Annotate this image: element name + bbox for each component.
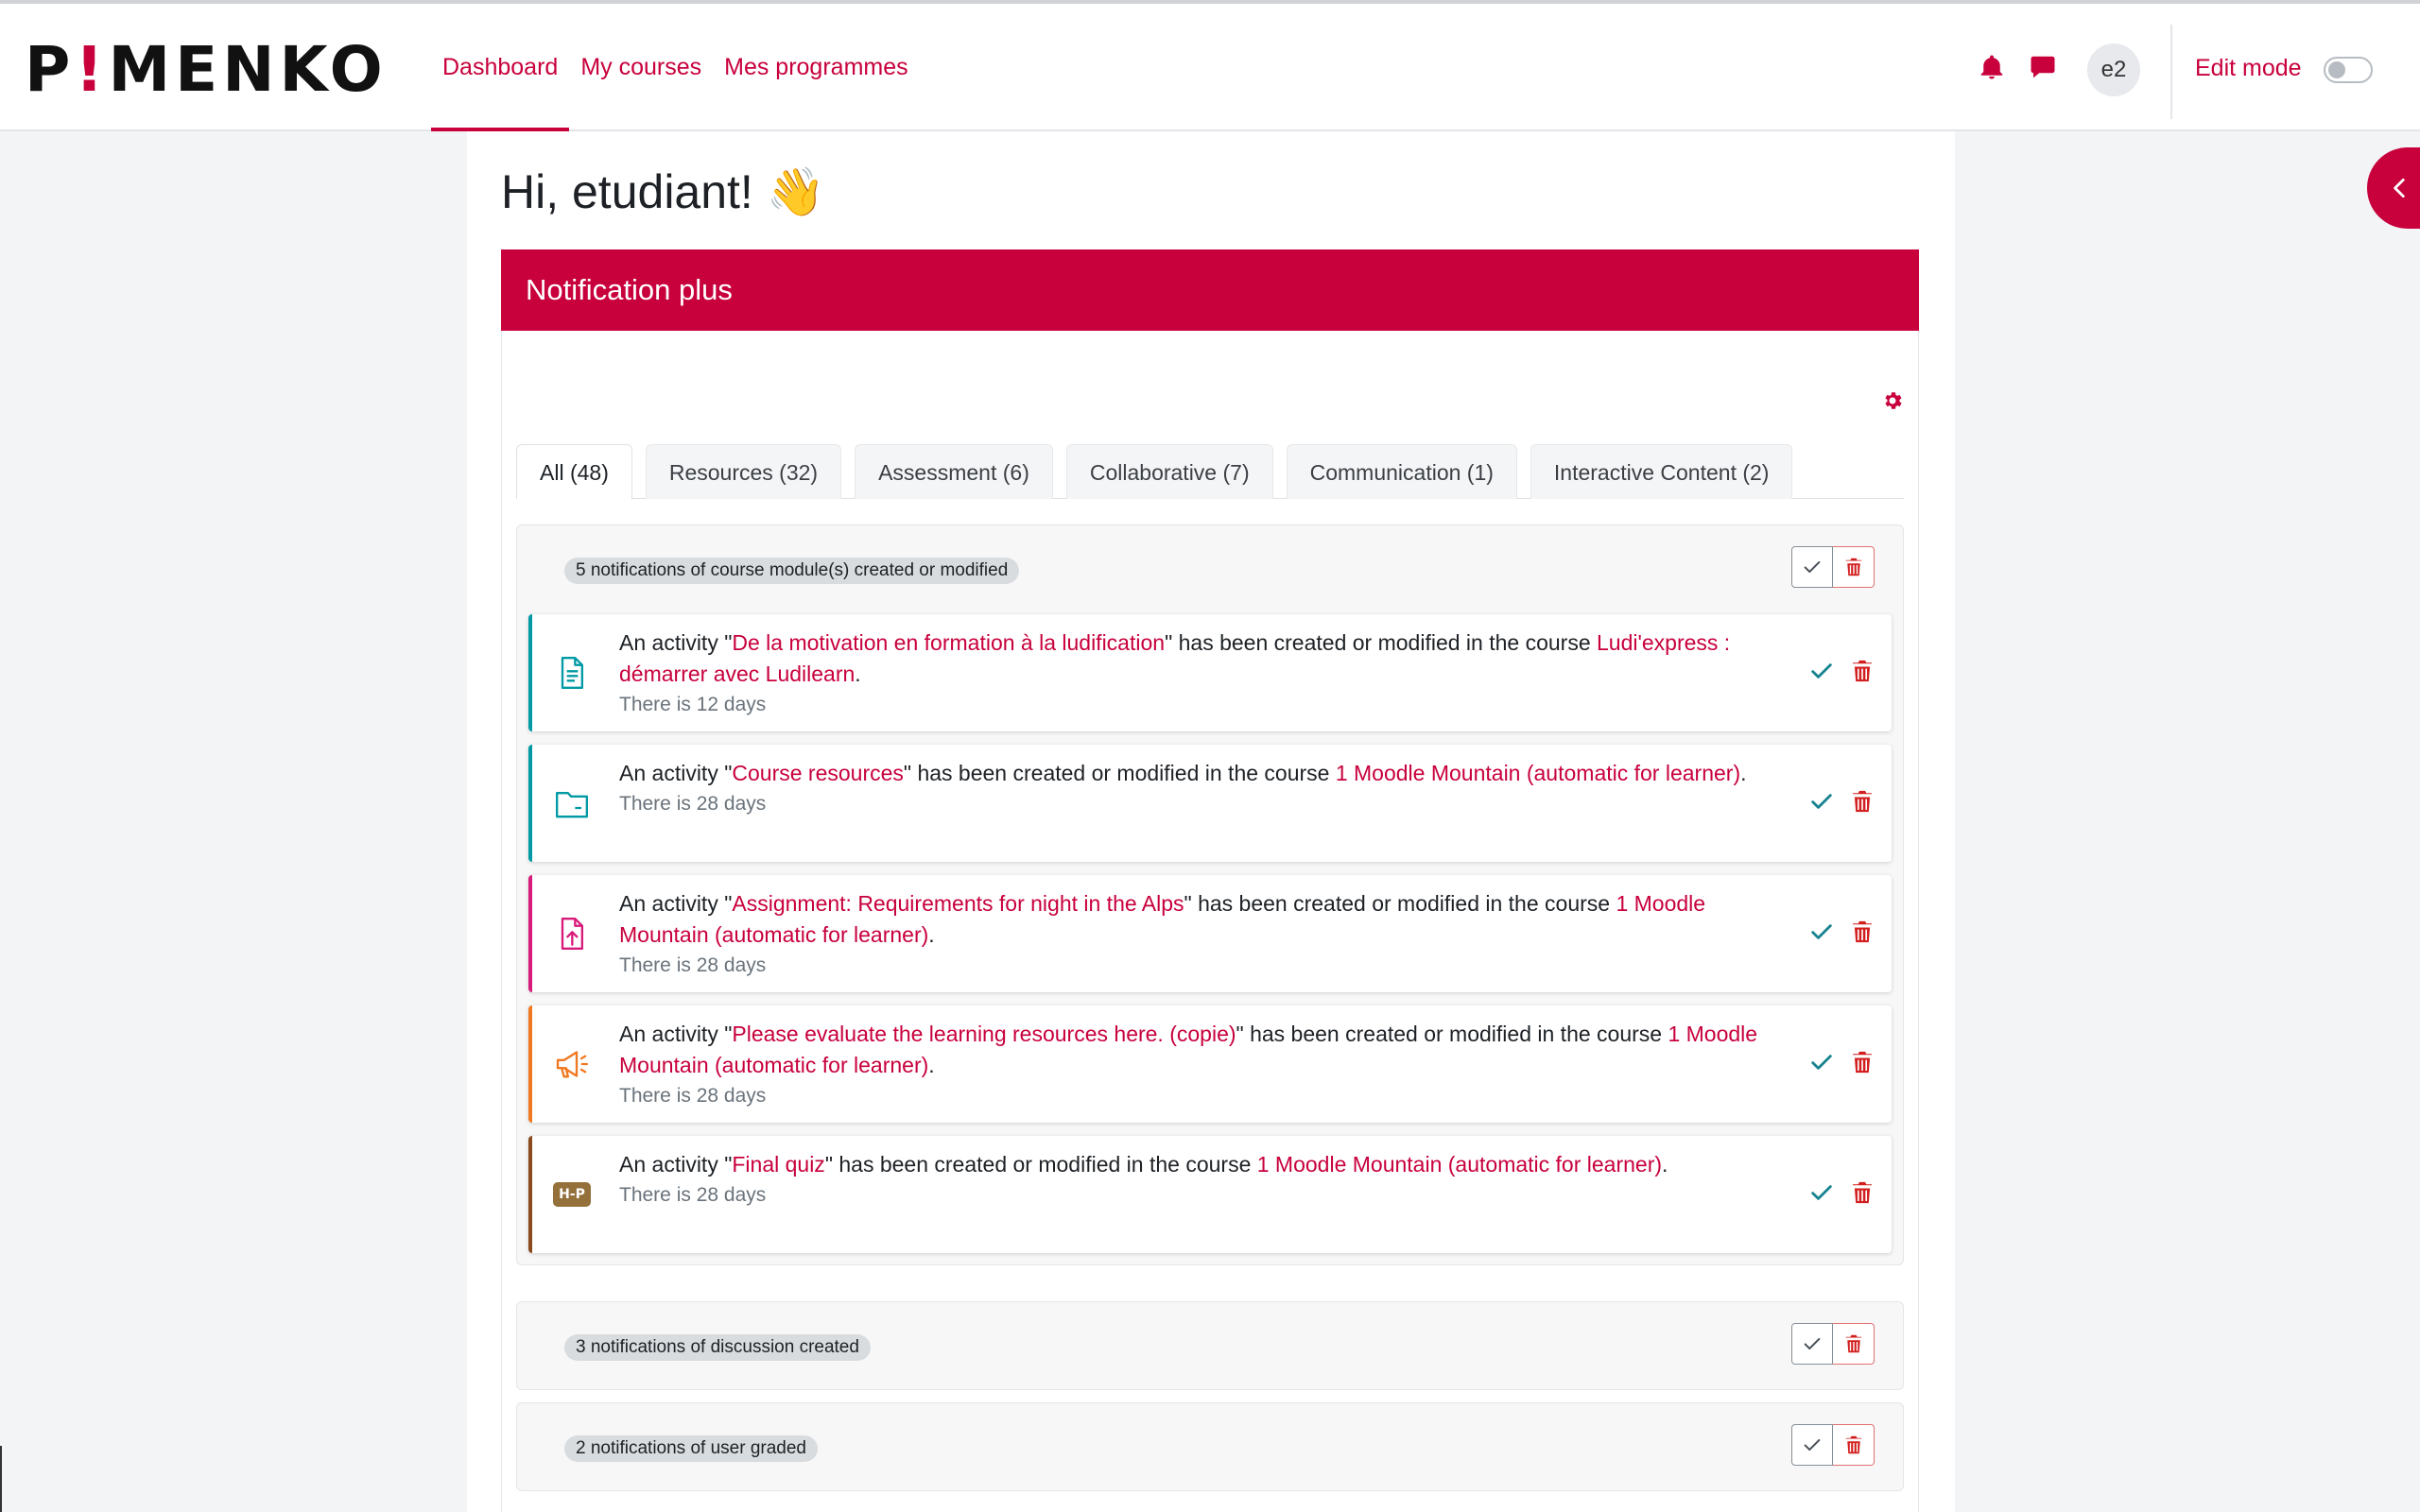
delete-group-button[interactable]	[1833, 546, 1875, 588]
delete-trash-icon[interactable]	[1851, 919, 1874, 950]
group-count-badge: 2 notifications of user graded	[564, 1435, 818, 1462]
mark-read-check-icon[interactable]	[1808, 788, 1835, 819]
site-logo[interactable]: P!MENKO	[25, 36, 388, 104]
check-icon	[1804, 1337, 1821, 1350]
activity-link[interactable]: Please evaluate the learning resources h…	[732, 1022, 1236, 1046]
trash-icon	[1843, 1435, 1863, 1455]
notification-group-user-graded[interactable]: 2 notifications of user graded	[516, 1402, 1904, 1491]
user-avatar[interactable]: e2	[2087, 43, 2140, 96]
tab-all[interactable]: All (48)	[516, 444, 632, 499]
tab-assessment[interactable]: Assessment (6)	[855, 444, 1053, 499]
tab-interactive-content[interactable]: Interactive Content (2)	[1530, 444, 1793, 499]
notification-time: There is 28 days	[619, 1085, 767, 1107]
edit-mode-toggle[interactable]	[2324, 57, 2373, 83]
trash-icon	[1843, 1333, 1863, 1354]
nav-mes-programmes[interactable]: Mes programmes	[713, 4, 920, 131]
delete-trash-icon[interactable]	[1851, 1179, 1874, 1211]
tab-communication[interactable]: Communication (1)	[1286, 444, 1517, 499]
trash-icon	[1843, 557, 1863, 577]
tab-resources[interactable]: Resources (32)	[645, 444, 842, 499]
notification-item[interactable]: An activity "Please evaluate the learnin…	[528, 1005, 1892, 1123]
mark-read-check-icon[interactable]	[1808, 1179, 1835, 1211]
h5p-icon: H-P	[553, 1176, 591, 1213]
top-navbar: P!MENKO Dashboard My courses Mes program…	[0, 0, 2420, 131]
notification-message: An activity "De la motivation en formati…	[619, 630, 1731, 686]
course-link[interactable]: 1 Moodle Mountain (automatic for learner…	[1336, 761, 1740, 785]
activity-link[interactable]: De la motivation en formation à la ludif…	[732, 630, 1165, 655]
mark-group-read-button[interactable]	[1791, 1424, 1833, 1466]
assignment-upload-icon	[553, 915, 591, 953]
notification-message: An activity "Course resources" has been …	[619, 761, 1747, 785]
group-count-badge: 3 notifications of discussion created	[564, 1334, 871, 1361]
notification-group-course-modules: 5 notifications of course module(s) crea…	[516, 524, 1904, 1265]
open-block-drawer-button[interactable]	[2367, 147, 2420, 229]
mark-group-read-button[interactable]	[1791, 1323, 1833, 1365]
primary-navigation: Dashboard My courses Mes programmes	[431, 4, 920, 131]
group-header: 3 notifications of discussion created	[517, 1302, 1903, 1391]
course-link[interactable]: 1 Moodle Mountain (automatic for learner…	[1257, 1152, 1662, 1177]
notification-time: There is 28 days	[619, 793, 767, 815]
notification-item[interactable]: An activity "Course resources" has been …	[528, 745, 1892, 862]
mark-read-check-icon[interactable]	[1808, 658, 1835, 689]
notification-item[interactable]: An activity "De la motivation en formati…	[528, 614, 1892, 731]
page-icon	[553, 654, 591, 692]
notification-group-discussions[interactable]: 3 notifications of discussion created	[516, 1301, 1904, 1390]
notification-item[interactable]: H-P An activity "Final quiz" has been cr…	[528, 1136, 1892, 1253]
delete-group-button[interactable]	[1833, 1323, 1875, 1365]
notification-time: There is 12 days	[619, 694, 767, 715]
chevron-left-icon	[2394, 178, 2405, 198]
group-actions	[1791, 1323, 1875, 1365]
notification-time: There is 28 days	[619, 1184, 767, 1206]
mark-read-check-icon[interactable]	[1808, 1049, 1835, 1080]
nav-dashboard[interactable]: Dashboard	[431, 4, 570, 131]
block-title: Notification plus	[501, 249, 1919, 331]
activity-link[interactable]: Course resources	[732, 761, 904, 785]
window-edge	[0, 1446, 2, 1512]
activity-link[interactable]: Final quiz	[732, 1152, 824, 1177]
notification-time: There is 28 days	[619, 954, 767, 976]
page-greeting: Hi, etudiant! 👋	[501, 165, 825, 218]
notification-message: An activity "Final quiz" has been create…	[619, 1152, 1668, 1177]
category-tabs: All (48) Resources (32) Assessment (6) C…	[516, 444, 1904, 499]
delete-trash-icon[interactable]	[1851, 788, 1874, 819]
delete-trash-icon[interactable]	[1851, 1049, 1874, 1080]
group-actions	[1791, 546, 1875, 588]
folder-icon	[553, 784, 591, 822]
notification-list: An activity "De la motivation en formati…	[517, 614, 1903, 1264]
delete-trash-icon[interactable]	[1851, 658, 1874, 689]
check-icon	[1804, 560, 1821, 574]
notification-item[interactable]: An activity "Assignment: Requirements fo…	[528, 875, 1892, 992]
activity-link[interactable]: Assignment: Requirements for night in th…	[732, 891, 1184, 916]
tab-collaborative[interactable]: Collaborative (7)	[1065, 444, 1273, 499]
mark-group-read-button[interactable]	[1791, 546, 1833, 588]
notification-message: An activity "Please evaluate the learnin…	[619, 1022, 1758, 1077]
group-actions	[1791, 1424, 1875, 1466]
group-count-badge: 5 notifications of course module(s) crea…	[564, 558, 1020, 584]
settings-gear-icon[interactable]	[1881, 389, 1904, 417]
navbar-divider	[2170, 25, 2172, 119]
toggle-knob	[2328, 61, 2345, 78]
messages-chat-icon[interactable]	[2029, 53, 2057, 81]
megaphone-icon	[553, 1045, 591, 1083]
group-header: 5 notifications of course module(s) crea…	[517, 525, 1903, 614]
nav-my-courses[interactable]: My courses	[569, 4, 713, 131]
notifications-bell-icon[interactable]	[1978, 53, 2006, 81]
group-header: 2 notifications of user graded	[517, 1403, 1903, 1492]
edit-mode-label: Edit mode	[2195, 55, 2302, 81]
notification-message: An activity "Assignment: Requirements fo…	[619, 891, 1706, 947]
check-icon	[1804, 1438, 1821, 1452]
delete-group-button[interactable]	[1833, 1424, 1875, 1466]
mark-read-check-icon[interactable]	[1808, 919, 1835, 950]
